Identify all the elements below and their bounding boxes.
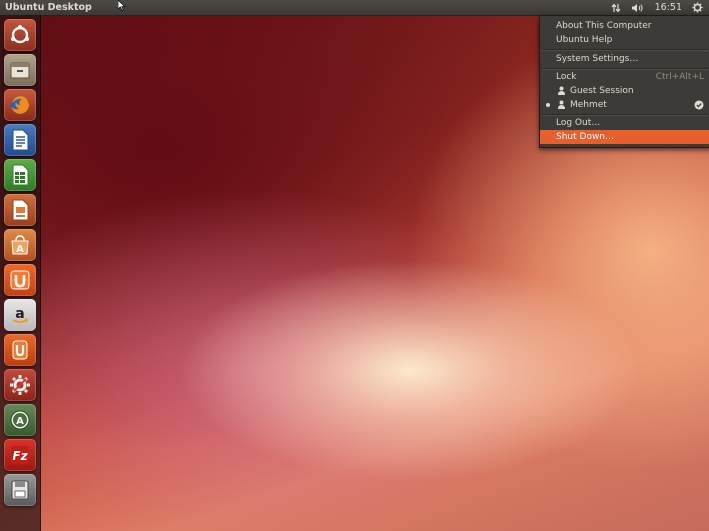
dash-home-icon bbox=[11, 25, 29, 44]
lock-shortcut: Ctrl+Alt+L bbox=[655, 72, 704, 82]
launcher-item-ubuntu-one[interactable] bbox=[4, 264, 36, 296]
active-user-bullet bbox=[546, 103, 550, 107]
svg-text:A: A bbox=[16, 244, 24, 255]
menu-separator bbox=[542, 68, 708, 69]
menu-item-guest-session[interactable]: Guest Session bbox=[540, 84, 709, 98]
mouse-cursor-icon bbox=[118, 0, 126, 11]
top-panel: Ubuntu Desktop 16:51 bbox=[0, 0, 709, 15]
ubuntu-one-icon bbox=[10, 270, 30, 290]
clock[interactable]: 16:51 bbox=[655, 0, 682, 15]
save-disk-icon bbox=[11, 480, 29, 500]
launcher-item-filezilla[interactable]: Fz bbox=[4, 439, 36, 471]
window-title: Ubuntu Desktop bbox=[5, 2, 92, 13]
svg-text:a: a bbox=[15, 306, 24, 322]
person-icon bbox=[558, 86, 565, 95]
libreoffice-writer-icon bbox=[12, 129, 29, 151]
menu-separator bbox=[542, 49, 708, 50]
ubuntu-one-music-icon bbox=[12, 340, 28, 360]
menu-item-system-settings[interactable]: System Settings… bbox=[540, 52, 709, 66]
files-icon bbox=[10, 62, 30, 79]
launcher-item-dash[interactable] bbox=[4, 19, 36, 51]
menu-item-user[interactable]: Mehmet bbox=[540, 98, 709, 112]
launcher: A a A Fz bbox=[0, 15, 41, 531]
menu-item-lock[interactable]: Lock Ctrl+Alt+L bbox=[540, 70, 709, 84]
svg-text:Fz: Fz bbox=[12, 449, 28, 463]
network-icon[interactable] bbox=[611, 0, 621, 15]
firefox-icon bbox=[11, 96, 29, 114]
svg-text:A: A bbox=[16, 416, 24, 427]
system-settings-icon bbox=[10, 375, 30, 395]
launcher-item-system-settings[interactable] bbox=[4, 369, 36, 401]
libreoffice-calc-icon bbox=[12, 164, 29, 186]
menu-item-about[interactable]: About This Computer bbox=[540, 19, 709, 33]
launcher-item-ubuntu-one-music[interactable] bbox=[4, 334, 36, 366]
launcher-item-amazon[interactable]: a bbox=[4, 299, 36, 331]
update-manager-icon: A bbox=[10, 410, 30, 430]
libreoffice-impress-icon bbox=[12, 199, 29, 221]
launcher-item-update-manager[interactable]: A bbox=[4, 404, 36, 436]
panel-indicators: 16:51 bbox=[601, 0, 703, 15]
menu-item-shut-down[interactable]: Shut Down… bbox=[540, 130, 709, 144]
launcher-item-calc[interactable] bbox=[4, 159, 36, 191]
session-gear-icon[interactable] bbox=[692, 0, 703, 15]
menu-item-help[interactable]: Ubuntu Help bbox=[540, 33, 709, 47]
session-menu: About This Computer Ubuntu Help System S… bbox=[539, 15, 709, 148]
amazon-icon: a bbox=[12, 306, 29, 323]
launcher-item-impress[interactable] bbox=[4, 194, 36, 226]
launcher-item-software-center[interactable]: A bbox=[4, 229, 36, 261]
check-icon bbox=[694, 100, 704, 110]
menu-item-log-out[interactable]: Log Out… bbox=[540, 116, 709, 130]
launcher-item-firefox[interactable] bbox=[4, 89, 36, 121]
launcher-item-save[interactable] bbox=[4, 474, 36, 506]
launcher-item-writer[interactable] bbox=[4, 124, 36, 156]
person-icon bbox=[558, 100, 565, 109]
launcher-item-files[interactable] bbox=[4, 54, 36, 86]
volume-icon[interactable] bbox=[631, 0, 645, 15]
filezilla-icon: Fz bbox=[11, 446, 29, 464]
software-center-icon: A bbox=[11, 235, 29, 255]
menu-separator bbox=[542, 114, 708, 115]
